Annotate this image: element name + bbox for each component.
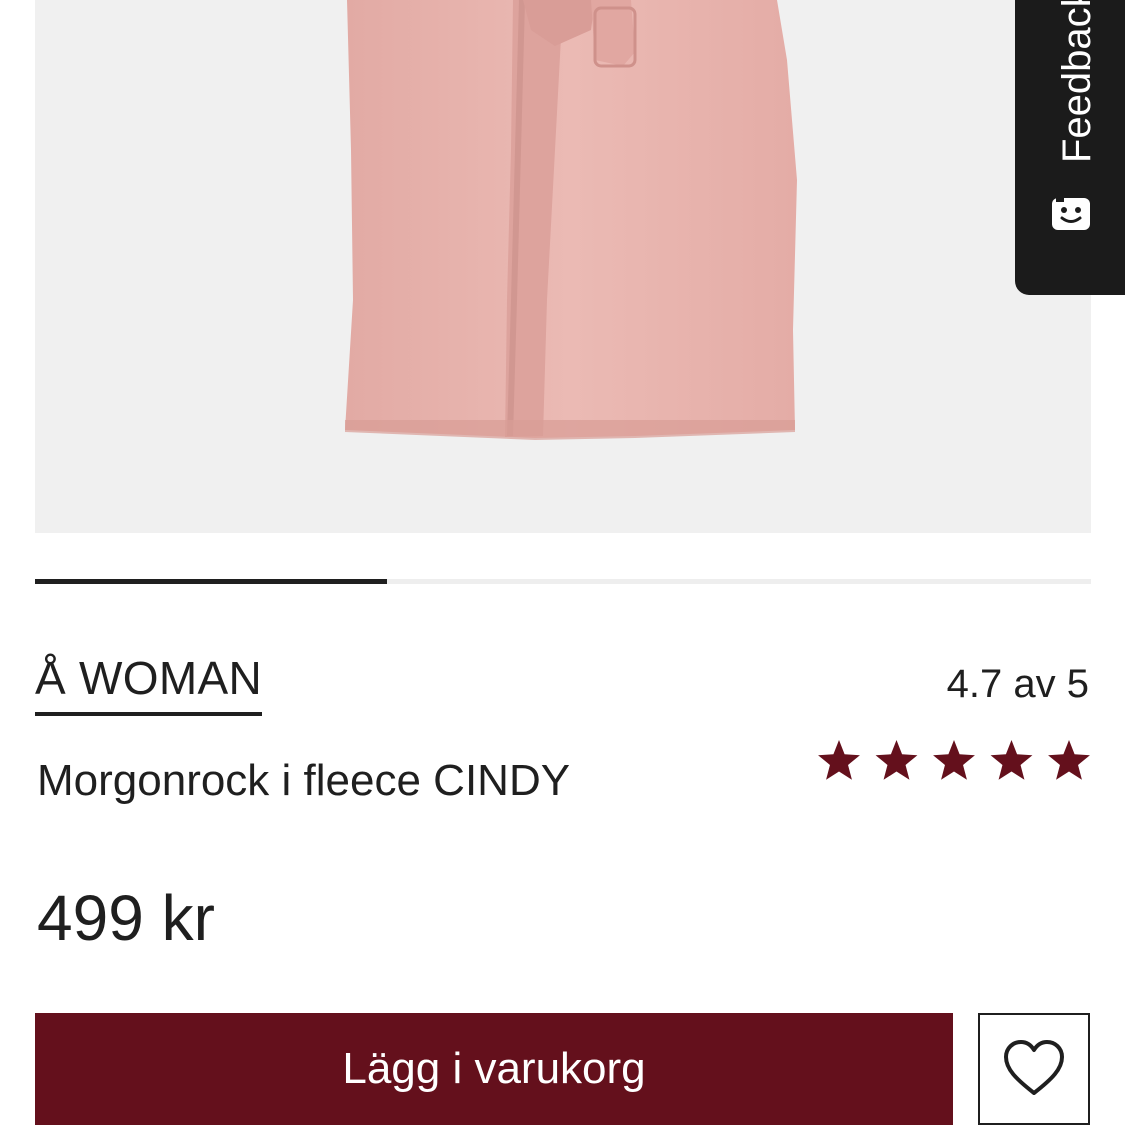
robe-illustration xyxy=(345,0,797,440)
rating-stars[interactable] xyxy=(816,738,1092,784)
feedback-label[interactable]: Feedback xyxy=(1055,0,1100,163)
gallery-progress-fill xyxy=(35,579,387,584)
product-title: Morgonrock i fleece CINDY xyxy=(37,756,571,805)
rating-text: 4.7 av 5 xyxy=(946,662,1089,706)
star-icon xyxy=(933,740,975,780)
star-icon xyxy=(990,740,1033,780)
star-icon xyxy=(1048,740,1090,780)
add-to-cart-button[interactable]: Lägg i varukorg xyxy=(35,1013,953,1125)
star-icon xyxy=(875,740,918,780)
smiley-icon xyxy=(1052,194,1090,230)
heart-icon xyxy=(1004,1040,1064,1095)
product-image[interactable] xyxy=(35,0,1091,533)
wishlist-button[interactable] xyxy=(978,1013,1090,1125)
product-price: 499 kr xyxy=(37,882,215,954)
gallery-progress-bar xyxy=(35,579,1091,584)
brand-link[interactable]: Å WOMAN xyxy=(35,652,262,716)
star-icon xyxy=(818,740,860,780)
